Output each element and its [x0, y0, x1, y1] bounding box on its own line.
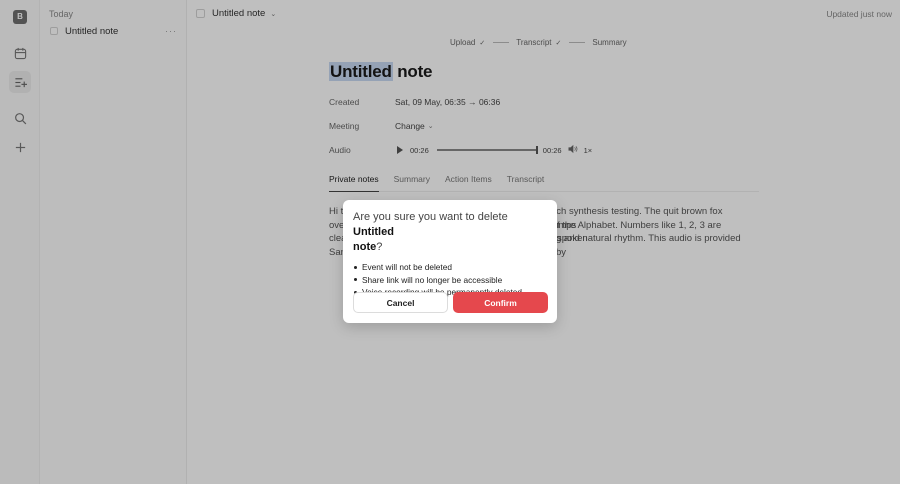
dialog-actions: Cancel Confirm — [353, 292, 548, 313]
dialog-note-name: Untitled — [353, 226, 394, 238]
list-item: Share link will no longer be accessible — [353, 274, 547, 287]
list-item: Event will not be deleted — [353, 261, 547, 274]
cancel-button[interactable]: Cancel — [353, 292, 448, 313]
confirm-delete-button[interactable]: Confirm — [453, 292, 548, 313]
dialog-title-prefix: Are you sure you want to delete — [353, 211, 508, 223]
dialog-title: Are you sure you want to delete Untitled… — [353, 210, 547, 255]
dialog-note-name: note — [353, 241, 377, 253]
dialog-title-suffix: ? — [376, 241, 383, 253]
delete-confirm-dialog: Are you sure you want to delete Untitled… — [343, 200, 557, 323]
